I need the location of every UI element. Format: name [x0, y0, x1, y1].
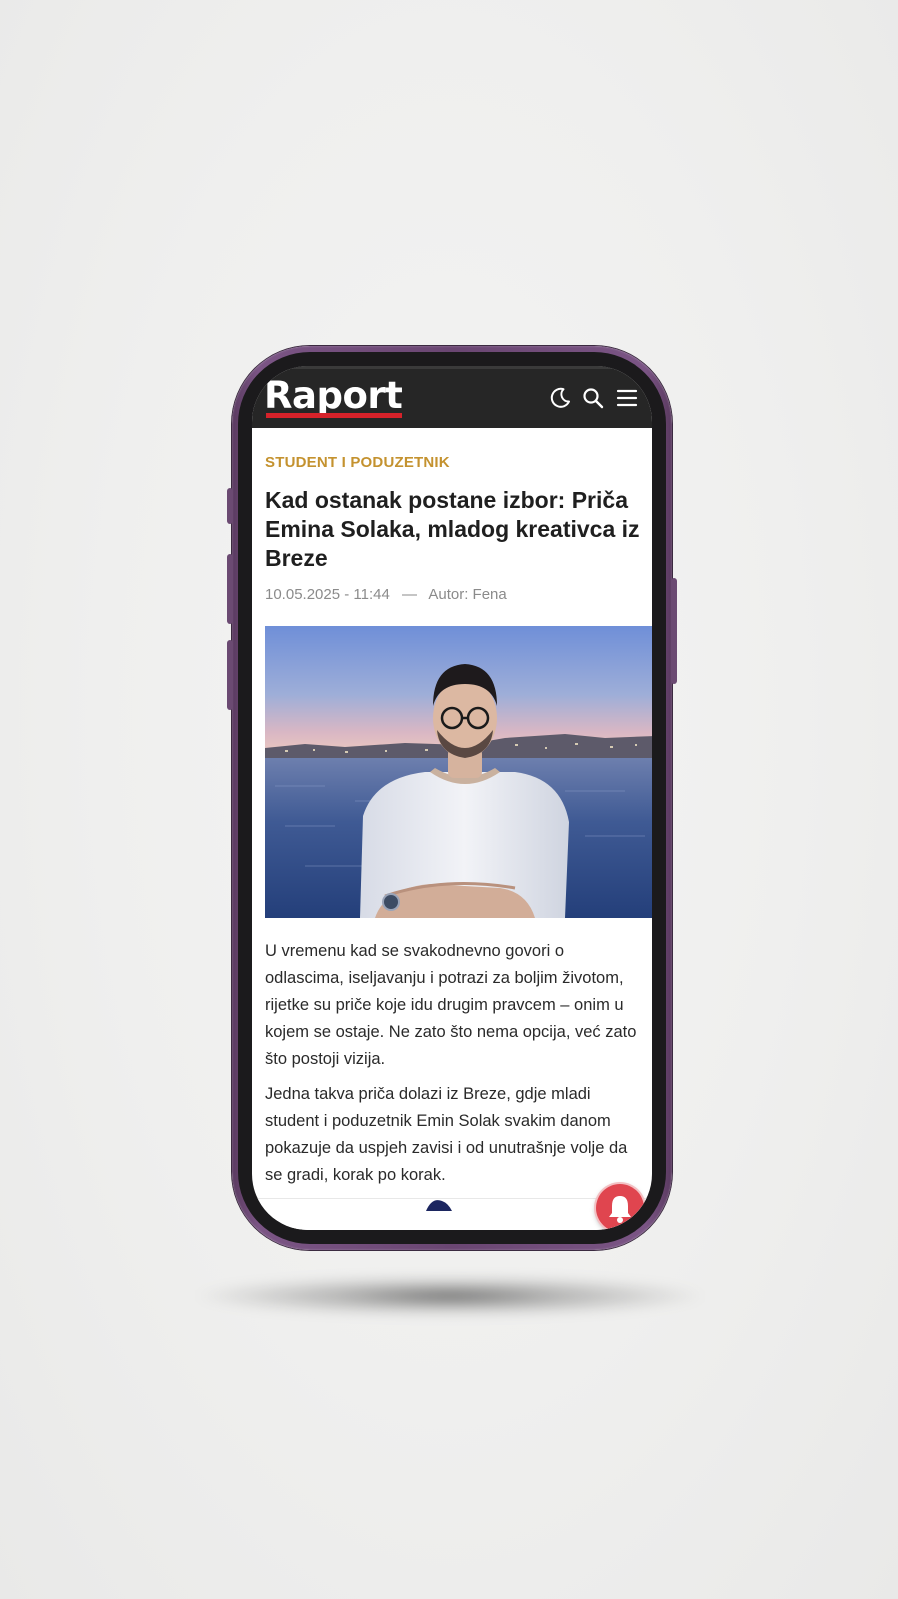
logo-underline — [266, 413, 402, 418]
article-author: Autor: Fena — [428, 586, 507, 603]
phone-action-button — [227, 488, 233, 524]
article-paragraph: Jedna takva priča dolazi iz Breze, gdje … — [265, 1085, 628, 1184]
article-photo — [265, 626, 652, 918]
phone-power-button — [671, 578, 677, 684]
article-date: 10.05.2025 - 11:44 — [265, 586, 390, 603]
article-paragraph: U vremenu kad se svakodnevno govori o od… — [265, 942, 637, 1068]
partial-logo-icon — [426, 1200, 452, 1211]
article-meta: 10.05.2025 - 11:44 — Autor: Fena — [265, 586, 515, 603]
article-title: Kad ostanak postane izbor: Priča Emina S… — [265, 487, 640, 571]
search-icon[interactable] — [581, 386, 605, 410]
meta-separator: — — [402, 586, 417, 603]
phone-volume-up-button — [227, 554, 233, 624]
notification-bell-button[interactable] — [596, 1184, 644, 1230]
portrait-photo — [265, 626, 652, 918]
next-content-strip — [252, 1198, 652, 1230]
site-header: Raport — [252, 366, 652, 428]
article-category[interactable]: STUDENT I PODUZETNIK — [265, 454, 450, 471]
phone-volume-down-button — [227, 640, 233, 710]
menu-icon[interactable] — [615, 386, 639, 410]
moon-icon[interactable] — [548, 386, 572, 410]
phone-screen: Raport STUDENT I PODUZETNIK Kad ostanak … — [252, 366, 652, 1230]
bell-icon — [609, 1196, 631, 1223]
phone-shadow — [190, 1276, 710, 1316]
screen-top-edge — [288, 366, 616, 369]
